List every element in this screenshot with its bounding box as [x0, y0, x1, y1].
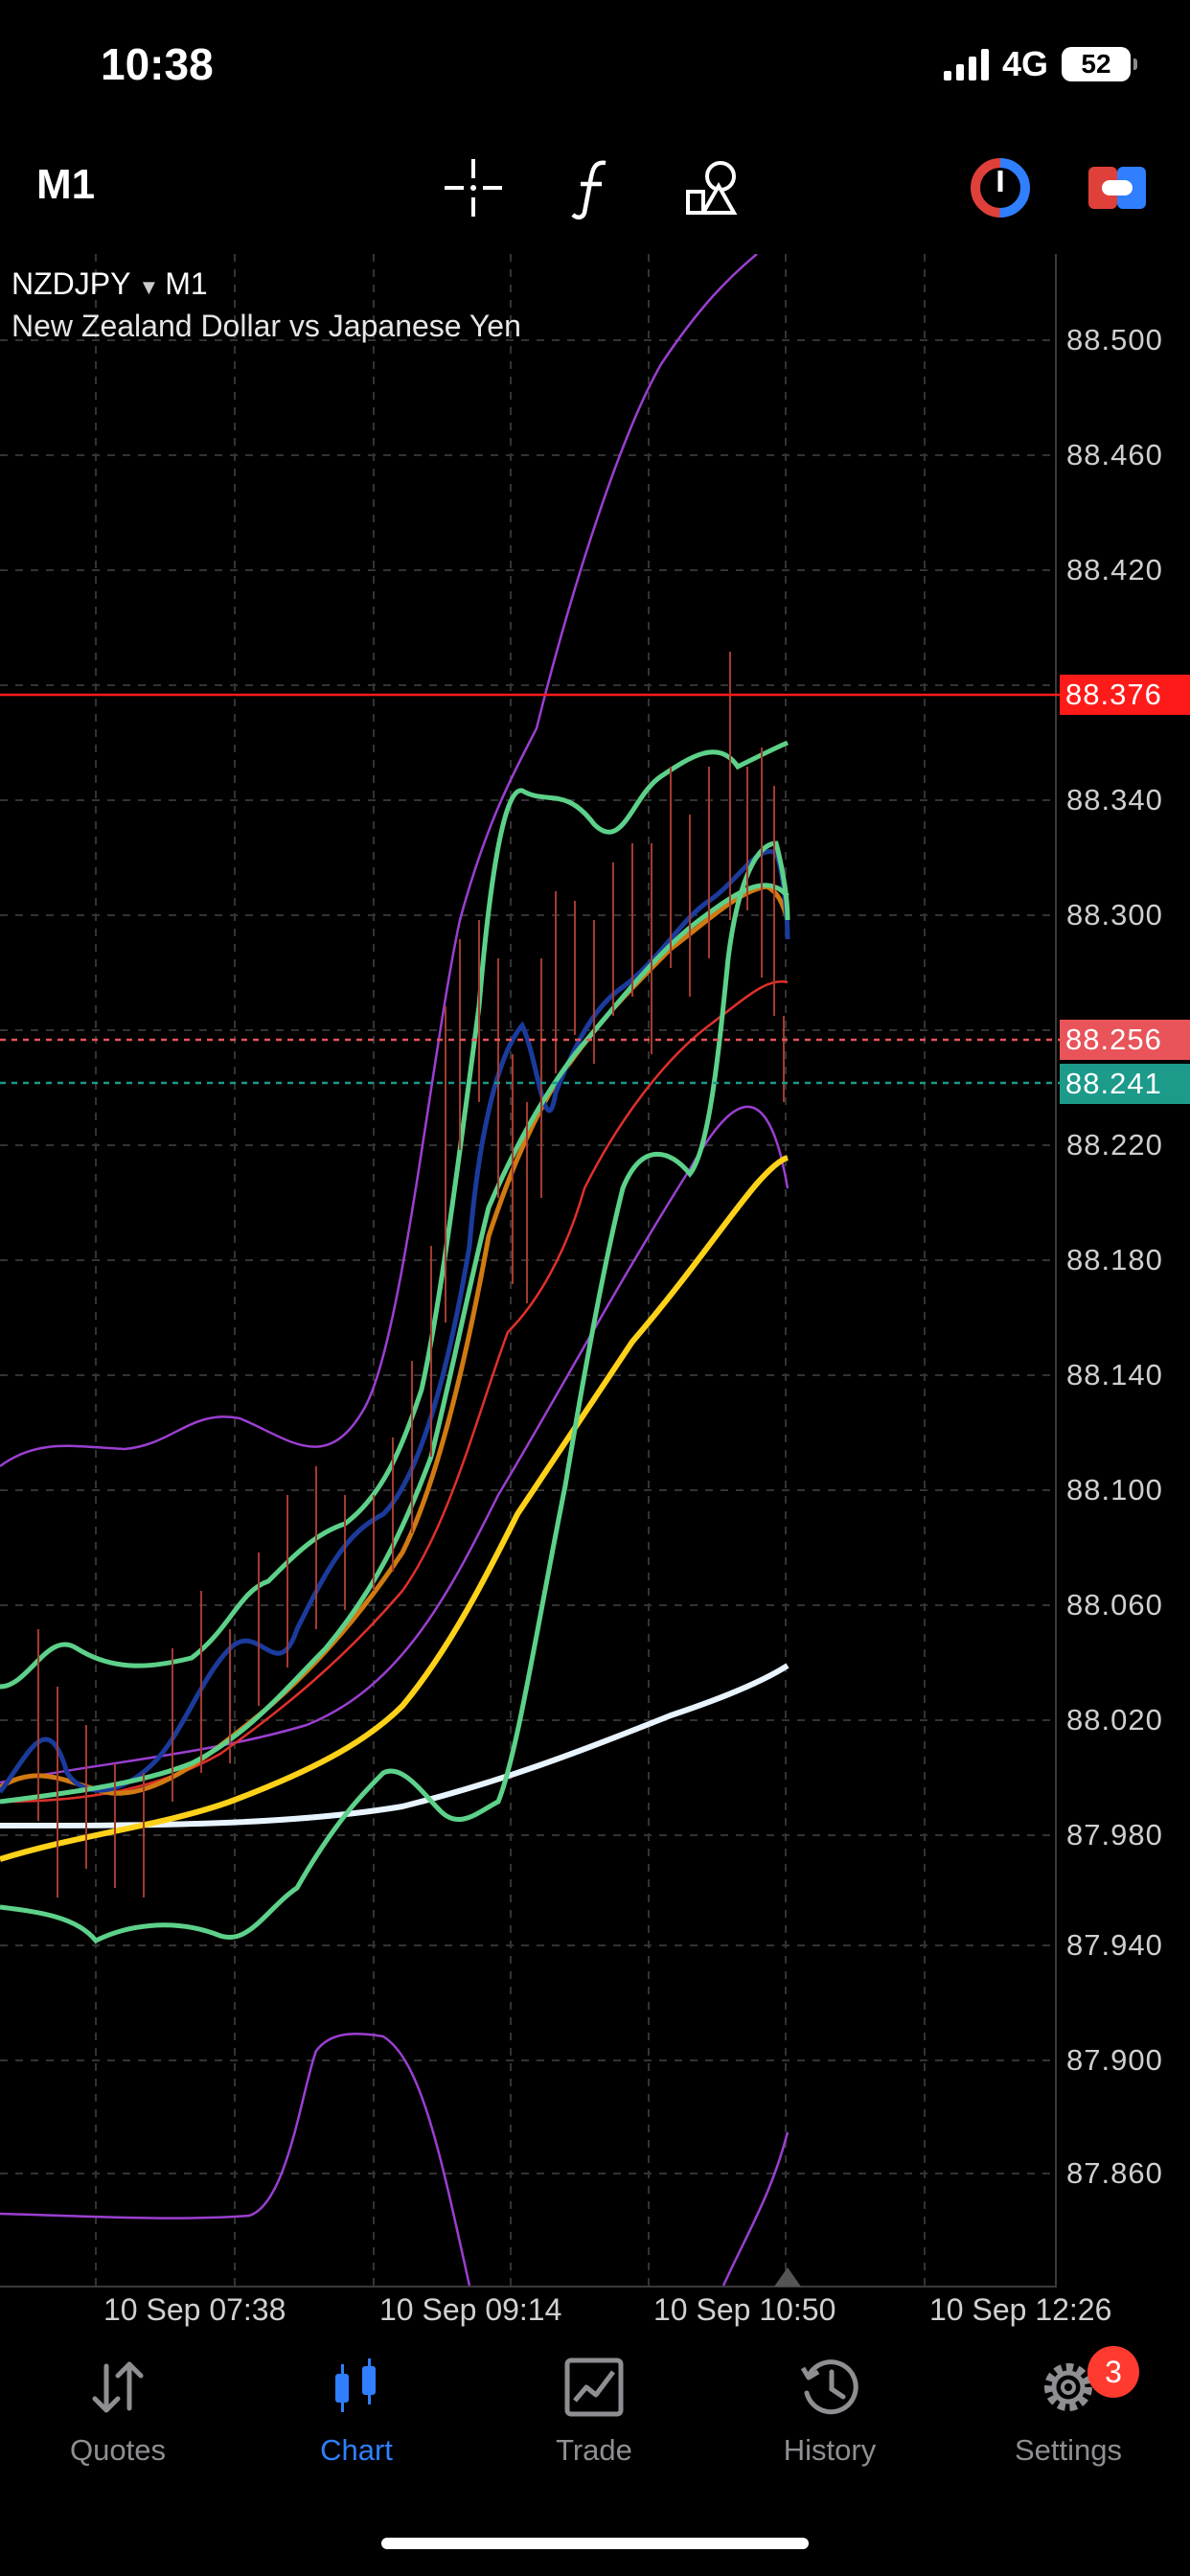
envelope-lower-right	[721, 2131, 790, 2287]
timeframe-button[interactable]: M1	[36, 161, 95, 209]
price-label: 88.140	[1066, 1358, 1163, 1392]
price-label: 88.100	[1066, 1473, 1163, 1506]
time-label: 10 Sep 10:50	[653, 2292, 836, 2327]
price-label: 87.940	[1066, 1928, 1163, 1962]
price-label: 87.860	[1066, 2156, 1163, 2190]
symbol-name: NZDJPY	[11, 266, 131, 301]
indicators-function-icon[interactable]	[560, 153, 629, 222]
status-indicators: 4G 52	[943, 44, 1137, 84]
ma-orange	[0, 884, 790, 1796]
price-label: 87.900	[1066, 2043, 1163, 2077]
settings-badge: 3	[1087, 2346, 1139, 2398]
price-chart	[0, 254, 1060, 2287]
home-indicator[interactable]	[381, 2538, 809, 2549]
cellular-signal-icon	[943, 48, 989, 80]
candles	[37, 652, 785, 1898]
time-label: 10 Sep 12:26	[929, 2292, 1112, 2327]
objects-shapes-icon[interactable]	[680, 153, 749, 222]
price-label: 88.460	[1066, 438, 1163, 472]
chevron-down-icon: ▼	[138, 275, 160, 299]
trade-toggle-icon[interactable]	[1083, 153, 1152, 222]
time-label: 10 Sep 09:14	[379, 2292, 562, 2327]
price-label: 88.300	[1066, 898, 1163, 932]
price-label: 88.500	[1066, 323, 1163, 356]
nav-chart[interactable]: Chart	[261, 2353, 452, 2468]
price-label: 88.020	[1066, 1703, 1163, 1736]
symbol-selector[interactable]: NZDJPY ▼ M1	[11, 266, 208, 302]
chart-candles-icon	[335, 2358, 376, 2412]
battery-icon: 52	[1062, 47, 1137, 81]
symbol-description: New Zealand Dollar vs Japanese Yen	[11, 309, 521, 343]
nav-label: Trade	[556, 2433, 632, 2467]
crosshair-icon[interactable]	[439, 153, 508, 222]
bb-lower-green	[0, 840, 790, 1944]
history-clock-icon	[800, 2359, 858, 2415]
ma-red	[0, 979, 789, 1804]
nav-history[interactable]: History	[734, 2353, 926, 2468]
nav-label: Settings	[1014, 2433, 1122, 2467]
one-click-trading-icon[interactable]	[966, 153, 1035, 222]
nav-quotes[interactable]: Quotes	[22, 2353, 214, 2468]
chart-shift-marker[interactable]	[774, 2267, 801, 2287]
nav-label: History	[783, 2433, 877, 2467]
nav-label: Quotes	[70, 2433, 166, 2467]
envelope-upper	[0, 254, 758, 1468]
price-label: 88.220	[1066, 1128, 1163, 1162]
quotes-arrows-icon	[92, 2361, 144, 2413]
battery-level: 52	[1081, 49, 1111, 79]
bid-price-tag: 88.256	[1060, 1020, 1190, 1060]
trade-chart-icon	[564, 2358, 624, 2417]
grid	[0, 254, 1057, 2286]
status-time: 10:38	[101, 39, 214, 89]
price-label: 87.980	[1066, 1818, 1163, 1852]
price-label: 88.060	[1066, 1588, 1163, 1622]
symbol-timeframe: M1	[165, 266, 208, 301]
price-label: 88.340	[1066, 783, 1163, 816]
time-label: 10 Sep 07:38	[103, 2292, 286, 2327]
ma-long-white	[0, 1663, 790, 1828]
price-label: 88.180	[1066, 1243, 1163, 1276]
network-type: 4G	[1001, 44, 1048, 83]
ask-price-tag: 88.241	[1060, 1064, 1190, 1104]
ma-navy	[0, 848, 790, 1794]
red-level-tag: 88.376	[1060, 675, 1190, 715]
nav-trade[interactable]: Trade	[498, 2353, 690, 2468]
price-label: 88.420	[1066, 553, 1163, 586]
nav-label: Chart	[320, 2433, 393, 2467]
